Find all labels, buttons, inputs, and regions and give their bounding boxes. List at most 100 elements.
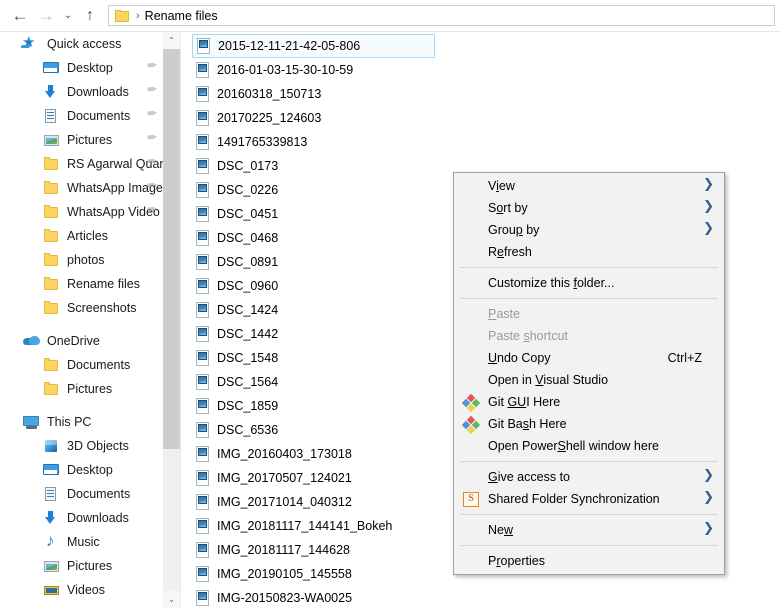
file-list-item[interactable]: IMG-20150823-WA0025 [192,586,435,608]
menu-item-properties[interactable]: Properties [454,550,724,572]
image-file-icon [196,517,210,535]
pin-icon[interactable]: ✐ [143,83,158,98]
sidebar-item-rs-agarwal-quan[interactable]: RS Agarwal Quan ✐ [0,152,163,176]
menu-item-refresh[interactable]: Refresh [454,241,724,263]
scroll-up-arrow-icon[interactable]: ⌃ [163,32,180,49]
sidebar-item-downloads[interactable]: Downloads [0,506,163,530]
file-list-item[interactable]: DSC_1548 [192,346,435,370]
file-list-item[interactable]: DSC_6536 [192,418,435,442]
file-list-item[interactable]: IMG_20170507_124021 [192,466,435,490]
sidebar-item-quick-access[interactable]: Quick access [0,32,163,56]
file-list-item[interactable]: DSC_1424 [192,298,435,322]
menu-item-open-powershell-window-here[interactable]: Open PowerShell window here [454,435,724,457]
sidebar-item-screenshots[interactable]: Screenshots [0,296,163,320]
menu-separator [460,461,718,462]
forward-arrow-icon[interactable]: → [33,3,59,29]
image-file-icon [196,205,210,223]
sidebar-item-whatsapp-image[interactable]: WhatsApp Image ✐ [0,176,163,200]
sidebar-item-music[interactable]: Music [0,530,163,554]
sidebar-item-documents[interactable]: Documents [0,482,163,506]
menu-item-give-access-to[interactable]: Give access to ❯ [454,466,724,488]
file-name: DSC_1424 [217,303,279,317]
menu-separator [460,514,718,515]
menu-item-git-bash-here[interactable]: Git Bash Here [454,413,724,435]
pictures-icon [43,558,60,574]
navigation-pane-scrollbar[interactable]: ⌃ ⌄ [163,32,180,608]
sidebar-item-3d-objects[interactable]: 3D Objects [0,434,163,458]
menu-item-new[interactable]: New ❯ [454,519,724,541]
recent-locations-chevron-down-icon[interactable]: ⌄ [59,3,77,29]
folder-icon [43,276,60,292]
image-file-icon [196,85,210,103]
sidebar-item-rename-files[interactable]: Rename files [0,272,163,296]
submenu-chevron-right-icon: ❯ [703,490,714,505]
scroll-down-arrow-icon[interactable]: ⌄ [163,591,180,608]
pin-icon[interactable]: ✐ [143,131,158,146]
sidebar-item-label: Articles [67,229,108,243]
menu-item-view[interactable]: View ❯ [454,175,724,197]
file-list-item[interactable]: DSC_0468 [192,226,435,250]
image-file-icon [196,589,210,607]
sidebar-item-downloads[interactable]: Downloads ✐ [0,80,163,104]
submenu-chevron-right-icon: ❯ [703,199,714,214]
image-file-icon [196,277,210,295]
star-quick-access-icon [22,33,40,52]
file-list-item[interactable]: IMG_20181117_144141_Bokeh [192,514,435,538]
file-list-item[interactable]: 2016-01-03-15-30-10-59 [192,58,435,82]
file-list-item[interactable]: 20160318_150713 [192,82,435,106]
menu-item-sort-by[interactable]: Sort by ❯ [454,197,724,219]
back-arrow-icon[interactable]: ← [7,3,33,29]
sidebar-item-onedrive[interactable]: OneDrive [0,329,163,353]
menu-item-undo-copy[interactable]: Undo Copy Ctrl+Z [454,347,724,369]
sidebar-item-desktop[interactable]: Desktop ✐ [0,56,163,80]
file-list-item[interactable]: DSC_0891 [192,250,435,274]
file-list-item[interactable]: DSC_0226 [192,178,435,202]
menu-item-git-gui-here[interactable]: Git GUI Here [454,391,724,413]
file-list-item[interactable]: DSC_1442 [192,322,435,346]
download-arrow-icon [43,510,60,526]
pin-icon[interactable]: ✐ [143,107,158,122]
file-list-item[interactable]: DSC_0173 [192,154,435,178]
sidebar-item-desktop[interactable]: Desktop [0,458,163,482]
menu-item-shared-folder-synchronization[interactable]: Shared Folder Synchronization ❯ [454,488,724,510]
menu-item-group-by[interactable]: Group by ❯ [454,219,724,241]
file-name: DSC_0451 [217,207,279,221]
menu-item-label: Paste [488,307,520,321]
menu-item-label: Shared Folder Synchronization [488,492,660,506]
up-arrow-icon[interactable]: ↑ [77,3,103,29]
breadcrumb[interactable]: Rename files [145,9,218,23]
pin-icon[interactable]: ✐ [143,59,158,74]
file-list-item[interactable]: DSC_0960 [192,274,435,298]
file-name: 2015-12-11-21-42-05-806 [218,39,361,53]
sidebar-item-articles[interactable]: Articles [0,224,163,248]
sidebar-item-documents[interactable]: Documents ✐ [0,104,163,128]
sidebar-item-label: OneDrive [47,334,100,348]
sidebar-item-label: Pictures [67,382,113,396]
sidebar-item-photos[interactable]: photos [0,248,163,272]
menu-item-open-in-visual-studio[interactable]: Open in Visual Studio [454,369,724,391]
sidebar-item-documents[interactable]: Documents [0,353,163,377]
sidebar-item-videos[interactable]: Videos [0,578,163,602]
sidebar-item-pictures[interactable]: Pictures [0,377,163,401]
sidebar-item-this-pc[interactable]: This PC [0,410,163,434]
scrollbar-thumb[interactable] [163,49,180,449]
file-list-item[interactable]: IMG_20181117_144628 [192,538,435,562]
sidebar-item-whatsapp-video[interactable]: WhatsApp Video ✐ [0,200,163,224]
file-list-item[interactable]: IMG_20171014_040312 [192,490,435,514]
sidebar-item-pictures[interactable]: Pictures ✐ [0,128,163,152]
file-list-item[interactable]: 20170225_124603 [192,106,435,130]
file-list-item[interactable]: DSC_1859 [192,394,435,418]
file-list-item[interactable]: 1491765339813 [192,130,435,154]
file-list-item[interactable]: IMG_20190105_145558 [192,562,435,586]
image-file-icon [196,541,210,559]
menu-item-customize-this-folder[interactable]: Customize this folder... [454,272,724,294]
address-bar[interactable]: › Rename files [108,5,775,26]
file-list-item[interactable]: DSC_0451 [192,202,435,226]
sidebar-item-pictures[interactable]: Pictures [0,554,163,578]
pictures-icon [43,132,60,148]
file-name: DSC_6536 [217,423,279,437]
file-list-item[interactable]: IMG_20160403_173018 [192,442,435,466]
file-list-item[interactable]: DSC_1564 [192,370,435,394]
sidebar-item-label: Rename files [67,277,140,291]
file-list-item[interactable]: 2015-12-11-21-42-05-806 [192,34,435,58]
